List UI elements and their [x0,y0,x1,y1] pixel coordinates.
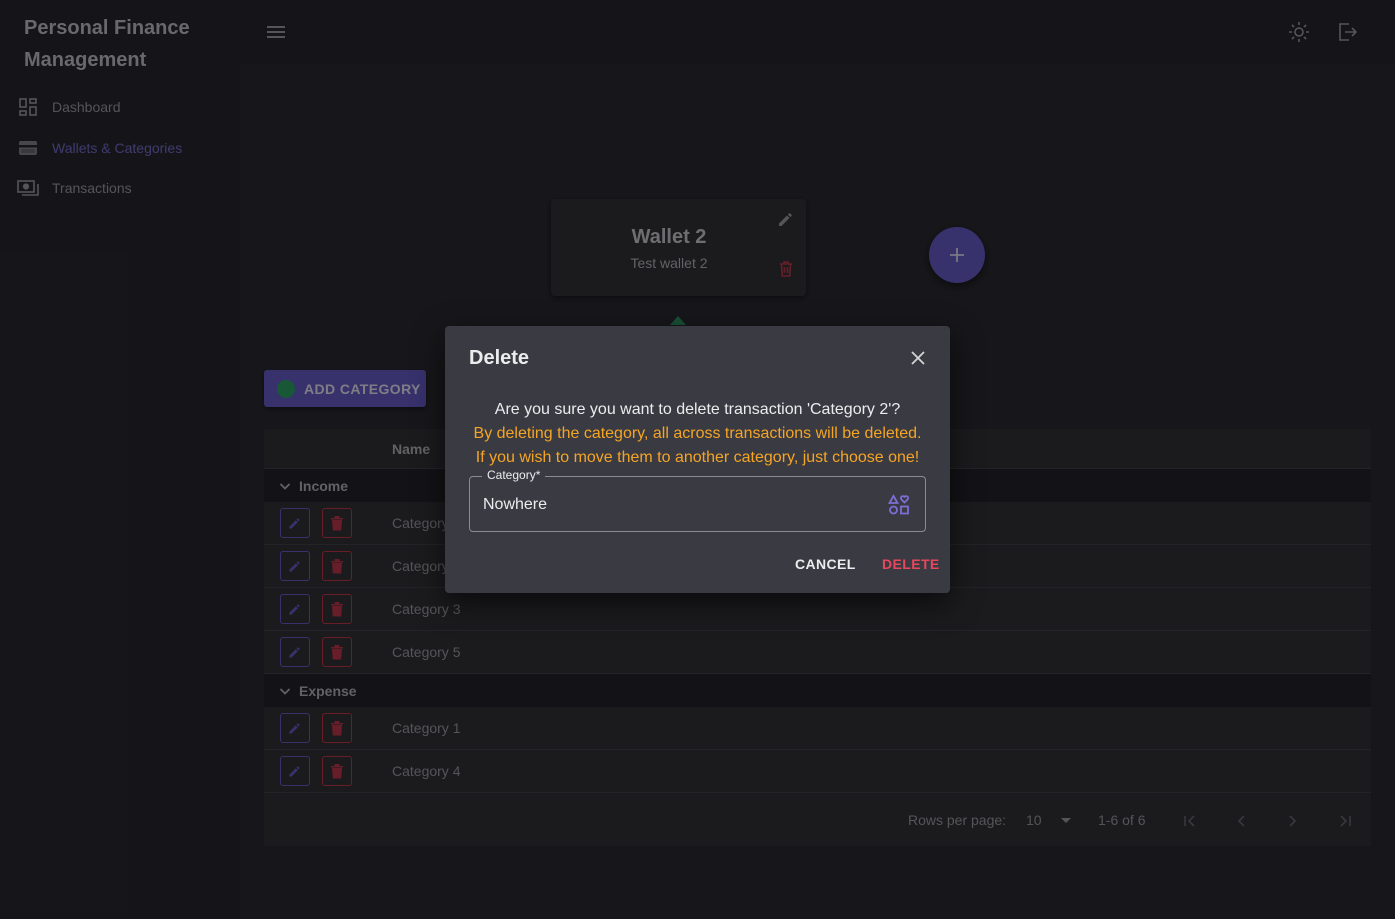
dialog-title: Delete [469,347,530,369]
dialog-question: Are you sure you want to delete transact… [494,401,901,418]
delete-button[interactable]: DELETE [882,556,940,572]
category-select-value: Nowhere [483,496,548,513]
category-select-label: Category* [482,468,546,482]
dialog-warning-line: By deleting the category, all across tra… [473,425,922,442]
dialog-warning-line: If you wish to move them to another cate… [475,449,920,466]
cancel-button[interactable]: CANCEL [795,556,856,572]
category-shapes-icon [887,493,911,517]
delete-dialog: Delete Are you sure you want to delete t… [445,326,950,593]
close-icon[interactable] [904,344,932,372]
category-select[interactable]: Category* Nowhere [469,468,926,532]
